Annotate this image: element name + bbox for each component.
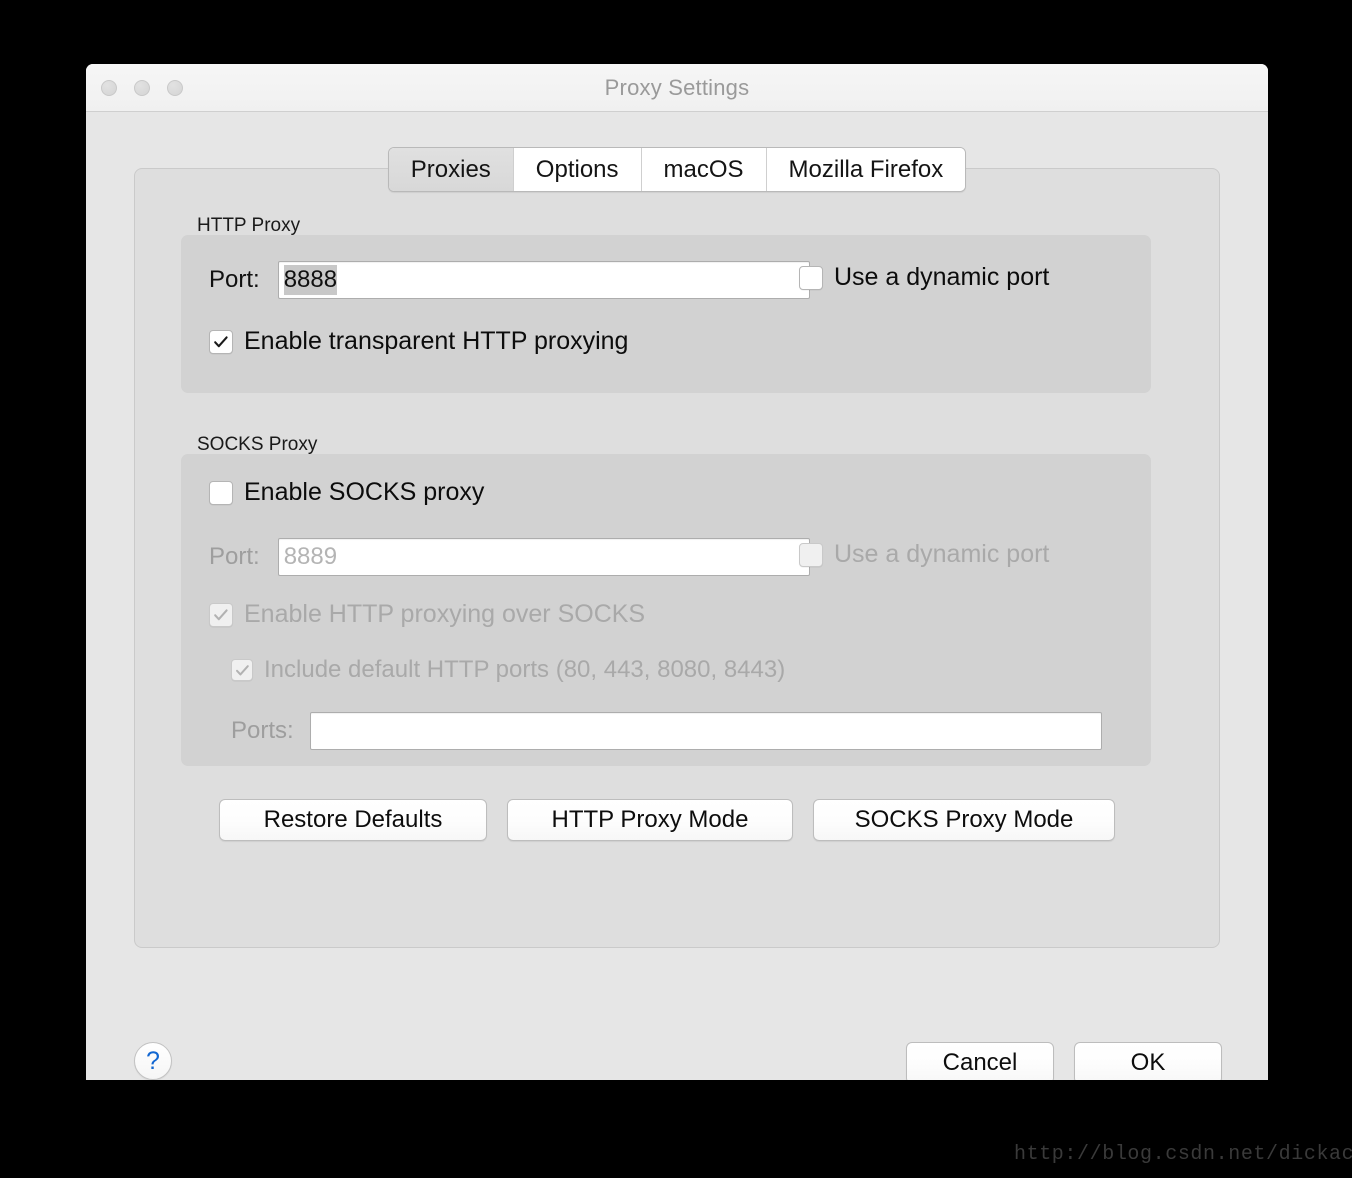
tab-strip: Proxies Options macOS Mozilla Firefox xyxy=(387,147,967,193)
mode-button-row: Restore Defaults HTTP Proxy Mode SOCKS P… xyxy=(219,799,1115,841)
cancel-button[interactable]: Cancel xyxy=(906,1042,1054,1080)
socks-ports-label: Ports: xyxy=(231,717,294,744)
transparent-proxying-row[interactable]: Enable transparent HTTP proxying xyxy=(209,327,628,356)
desktop-background: Proxy Settings Proxies Options macOS Moz… xyxy=(0,0,1352,1178)
socks-dynamic-port-label: Use a dynamic port xyxy=(834,540,1050,568)
http-port-value: 8888 xyxy=(283,265,338,295)
http-port-row: Port: 8888 xyxy=(209,261,810,299)
window-controls xyxy=(101,80,183,96)
socks-ports-row: Ports: xyxy=(231,712,1102,750)
http-dynamic-port-row[interactable]: Use a dynamic port xyxy=(799,263,1049,292)
tab-proxies[interactable]: Proxies xyxy=(388,148,514,192)
http-over-socks-label: Enable HTTP proxying over SOCKS xyxy=(244,600,646,628)
window-title: Proxy Settings xyxy=(604,74,750,100)
dialog-button-row: Cancel OK xyxy=(906,1042,1222,1080)
tab-mozilla-firefox[interactable]: Mozilla Firefox xyxy=(766,148,966,192)
window-titlebar: Proxy Settings xyxy=(86,64,1268,112)
watermark-text: http://blog.csdn.net/dickaccount xyxy=(1014,1143,1352,1166)
http-port-input[interactable]: 8888 xyxy=(277,261,810,299)
socks-proxy-groupbox: Enable SOCKS proxy Port: 8889 Use a dyna… xyxy=(181,454,1151,766)
http-proxy-mode-button[interactable]: HTTP Proxy Mode xyxy=(507,799,793,841)
socks-port-placeholder: 8889 xyxy=(283,543,338,570)
http-proxy-groupbox: Port: 8888 Use a dynamic port Enable tra… xyxy=(181,235,1151,393)
tab-macos[interactable]: macOS xyxy=(641,148,767,192)
http-proxy-group-label: HTTP Proxy xyxy=(197,215,301,236)
socks-dynamic-port-checkbox xyxy=(799,542,823,567)
enable-socks-label: Enable SOCKS proxy xyxy=(244,478,485,506)
socks-ports-input[interactable] xyxy=(309,712,1102,750)
tab-panel: Proxies Options macOS Mozilla Firefox HT… xyxy=(134,147,1220,948)
http-over-socks-checkbox xyxy=(209,602,233,627)
include-default-ports-checkbox xyxy=(231,659,253,681)
transparent-proxying-checkbox[interactable] xyxy=(209,329,233,354)
restore-defaults-button[interactable]: Restore Defaults xyxy=(219,799,487,841)
include-default-ports-label: Include default HTTP ports (80, 443, 808… xyxy=(264,656,786,683)
transparent-proxying-label: Enable transparent HTTP proxying xyxy=(244,327,629,355)
close-button[interactable] xyxy=(101,80,117,96)
socks-port-row: Port: 8889 xyxy=(209,538,810,576)
socks-dynamic-port-row: Use a dynamic port xyxy=(799,540,1049,569)
socks-proxy-group-label: SOCKS Proxy xyxy=(197,434,318,455)
ok-button[interactable]: OK xyxy=(1074,1042,1222,1080)
tab-bar: Proxies Options macOS Mozilla Firefox xyxy=(135,147,1219,193)
enable-socks-row[interactable]: Enable SOCKS proxy xyxy=(209,478,484,507)
http-dynamic-port-checkbox[interactable] xyxy=(799,265,823,290)
http-dynamic-port-label: Use a dynamic port xyxy=(834,263,1050,291)
window-body: Proxies Options macOS Mozilla Firefox HT… xyxy=(86,112,1268,1080)
help-button[interactable]: ? xyxy=(134,1042,172,1080)
minimize-button[interactable] xyxy=(134,80,150,96)
http-port-label: Port: xyxy=(209,266,260,293)
http-over-socks-row: Enable HTTP proxying over SOCKS xyxy=(209,600,645,629)
socks-port-input[interactable]: 8889 xyxy=(277,538,810,576)
socks-proxy-mode-button[interactable]: SOCKS Proxy Mode xyxy=(813,799,1115,841)
proxy-settings-window: Proxy Settings Proxies Options macOS Moz… xyxy=(86,64,1268,1080)
socks-port-label: Port: xyxy=(209,543,260,570)
enable-socks-checkbox[interactable] xyxy=(209,480,233,505)
include-default-ports-row: Include default HTTP ports (80, 443, 808… xyxy=(231,656,785,684)
tab-options[interactable]: Options xyxy=(513,148,642,192)
zoom-button[interactable] xyxy=(167,80,183,96)
